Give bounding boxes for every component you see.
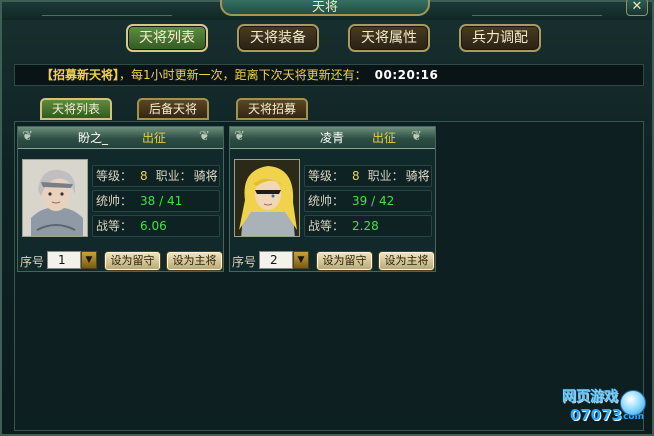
level-job-row: 等级： 8 职业： 骑将: [304, 165, 432, 187]
title-ornament-right: [472, 2, 602, 16]
tab-troop-allocation[interactable]: 兵力调配: [459, 24, 541, 52]
top-tab-bar: 天将列表 天将装备 天将属性 兵力调配: [2, 24, 652, 52]
seq-select[interactable]: 2: [259, 251, 293, 269]
battle-value: 6.06: [140, 219, 167, 233]
recruit-notice-text: ，每1小时更新一次，距离下次天将更新还有：: [119, 68, 367, 82]
portrait-silver-knight-icon: [23, 160, 87, 236]
general-name: 盼之_: [78, 131, 109, 145]
ornament-left-icon: ❦: [22, 129, 33, 144]
general-name: 凌青: [320, 131, 345, 145]
general-status: 出征: [372, 131, 397, 145]
job-label: 职业：: [367, 169, 404, 183]
set-garrison-button[interactable]: 设为留守: [104, 251, 161, 271]
card-actions: 序号 2 ▼ 设为留守 设为主将: [232, 251, 435, 271]
general-card: ❦ 盼之_ 出征 ❦ 等级： 8 职业： 骑将 统帅： 38 / 41 战等： …: [17, 126, 224, 272]
mascot-icon: [620, 390, 646, 416]
window-title: 天将: [220, 0, 430, 16]
general-window: 天将 ✕ 天将列表 天将装备 天将属性 兵力调配 【招募新天将】，每1小时更新一…: [0, 0, 654, 436]
chevron-down-icon[interactable]: ▼: [293, 251, 309, 269]
ornament-left-icon: ❦: [234, 129, 245, 144]
general-portrait[interactable]: [22, 159, 88, 237]
watermark-line1: 网页游戏: [562, 389, 618, 405]
seq-label: 序号: [232, 255, 257, 269]
recruit-notice-bar: 【招募新天将】，每1小时更新一次，距离下次天将更新还有： 00:20:16: [14, 64, 644, 86]
job-value: 骑将: [405, 169, 430, 183]
card-actions: 序号 1 ▼ 设为留守 设为主将: [20, 251, 223, 271]
level-value: 8: [140, 169, 148, 183]
card-header: ❦ 凌青 出征 ❦: [230, 127, 435, 149]
subtab-reserve-generals[interactable]: 后备天将: [137, 98, 209, 120]
ornament-right-icon: ❦: [411, 129, 422, 144]
command-label: 统帅：: [96, 194, 133, 208]
level-label: 等级：: [96, 169, 133, 183]
battle-row: 战等： 2.28: [304, 215, 432, 237]
chevron-down-icon[interactable]: ▼: [81, 251, 97, 269]
general-status: 出征: [142, 131, 167, 145]
battle-value: 2.28: [352, 219, 379, 233]
close-button[interactable]: ✕: [626, 0, 648, 16]
command-value: 38 / 41: [140, 194, 183, 208]
title-bar: 天将 ✕: [2, 0, 652, 20]
job-label: 职业：: [155, 169, 192, 183]
tab-general-attributes[interactable]: 天将属性: [348, 24, 430, 52]
portrait-blonde-knight-icon: [235, 160, 299, 236]
tab-general-list[interactable]: 天将列表: [126, 24, 208, 52]
card-header: ❦ 盼之_ 出征 ❦: [18, 127, 223, 149]
subtab-recruit-generals[interactable]: 天将招募: [236, 98, 308, 120]
general-portrait[interactable]: [234, 159, 300, 237]
ornament-right-icon: ❦: [199, 129, 210, 144]
level-value: 8: [352, 169, 360, 183]
level-label: 等级：: [308, 169, 345, 183]
set-main-general-button[interactable]: 设为主将: [166, 251, 223, 271]
battle-label: 战等：: [308, 219, 345, 233]
command-label: 统帅：: [308, 194, 345, 208]
command-value: 39 / 42: [352, 194, 395, 208]
seq-select[interactable]: 1: [47, 251, 81, 269]
watermark-line2: 07073: [569, 406, 622, 424]
command-row: 统帅： 39 / 42: [304, 190, 432, 212]
site-watermark: 网页游戏 07073 .com: [540, 384, 648, 432]
recruit-countdown: 00:20:16: [374, 68, 439, 82]
recruit-notice-link[interactable]: 【招募新天将】: [41, 68, 119, 82]
general-card: ❦ 凌青 出征 ❦ 等级： 8 职业： 骑将 统帅： 39 / 42 战等： 2…: [229, 126, 436, 272]
sub-tab-bar: 天将列表 后备天将 天将招募: [2, 98, 652, 122]
title-ornament-left: [42, 2, 172, 16]
level-job-row: 等级： 8 职业： 骑将: [92, 165, 220, 187]
subtab-general-list[interactable]: 天将列表: [40, 98, 112, 120]
seq-label: 序号: [20, 255, 45, 269]
battle-row: 战等： 6.06: [92, 215, 220, 237]
set-main-general-button[interactable]: 设为主将: [378, 251, 435, 271]
tab-general-equipment[interactable]: 天将装备: [237, 24, 319, 52]
battle-label: 战等：: [96, 219, 133, 233]
set-garrison-button[interactable]: 设为留守: [316, 251, 373, 271]
command-row: 统帅： 38 / 41: [92, 190, 220, 212]
job-value: 骑将: [193, 169, 218, 183]
